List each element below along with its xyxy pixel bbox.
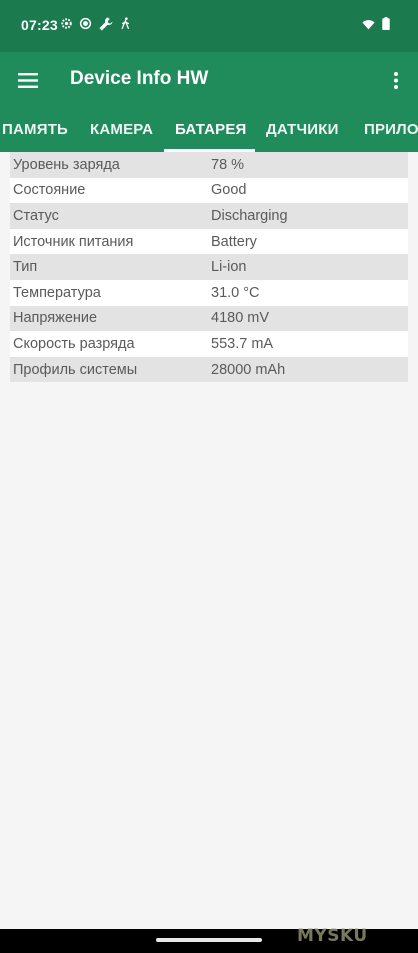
row-label: Уровень заряда xyxy=(13,156,120,173)
table-row: Напряжение 4180 mV xyxy=(10,305,408,332)
wifi-icon xyxy=(362,17,375,35)
row-label: Скорость разряда xyxy=(13,335,135,352)
row-label: Статус xyxy=(13,207,59,224)
row-value: 78 % xyxy=(211,156,245,173)
status-icons-right xyxy=(362,16,390,36)
record-icon xyxy=(79,17,92,35)
tab-apps[interactable]: ПРИЛО xyxy=(364,112,418,152)
row-label: Состояние xyxy=(13,182,86,199)
home-gesture-handle[interactable] xyxy=(156,938,262,942)
hamburger-menu-icon[interactable] xyxy=(14,67,42,93)
table-row: Уровень заряда 78 % xyxy=(10,152,408,178)
tab-bar: ПАМЯТЬ КАМЕРА БАТАРЕЯ ДАТЧИКИ ПРИЛО xyxy=(0,112,418,152)
more-vertical-icon[interactable] xyxy=(386,67,406,93)
tab-camera[interactable]: КАМЕРА xyxy=(90,112,153,152)
walk-icon xyxy=(120,17,131,35)
status-time: 07:23 xyxy=(21,17,58,33)
row-value: Battery xyxy=(211,233,257,250)
row-label: Напряжение xyxy=(13,310,98,327)
row-value: 4180 mV xyxy=(211,310,270,327)
tab-battery[interactable]: БАТАРЕЯ xyxy=(175,112,247,152)
table-row: Статус Discharging xyxy=(10,203,408,229)
row-label: Профиль системы xyxy=(13,361,138,378)
row-label: Источник питания xyxy=(13,233,134,250)
tab-memory[interactable]: ПАМЯТЬ xyxy=(2,112,68,152)
table-row: Скорость разряда 553.7 mA xyxy=(10,331,408,357)
table-row: Состояние Good xyxy=(10,177,408,204)
watermark: MYSKU xyxy=(297,926,368,946)
row-value: 28000 mAh xyxy=(211,361,286,378)
status-bar: 07:23 xyxy=(0,0,418,52)
table-row: Температура 31.0 °C xyxy=(10,279,408,306)
tab-sensors[interactable]: ДАТЧИКИ xyxy=(266,112,339,152)
row-value: Discharging xyxy=(211,207,288,224)
row-label: Тип xyxy=(13,259,38,276)
table-row: Источник питания Battery xyxy=(10,228,408,255)
row-label: Температура xyxy=(13,284,101,301)
battery-info-table: Уровень заряда 78 % Состояние Good Стату… xyxy=(10,152,408,383)
app-bar: Device Info HW ПАМЯТЬ КАМЕРА БАТАРЕЯ ДАТ… xyxy=(0,52,418,152)
row-value: 553.7 mA xyxy=(211,335,274,352)
table-row: Профиль системы 28000 mAh xyxy=(10,356,408,383)
row-value: 31.0 °C xyxy=(211,284,260,301)
gear-icon xyxy=(60,17,73,35)
app-title: Device Info HW xyxy=(70,68,209,89)
row-value: Li-ion xyxy=(211,259,247,276)
status-icons-left xyxy=(60,16,131,36)
table-row: Тип Li-ion xyxy=(10,254,408,280)
wrench-icon xyxy=(98,16,114,37)
row-value: Good xyxy=(211,182,247,199)
battery-icon xyxy=(382,17,390,35)
